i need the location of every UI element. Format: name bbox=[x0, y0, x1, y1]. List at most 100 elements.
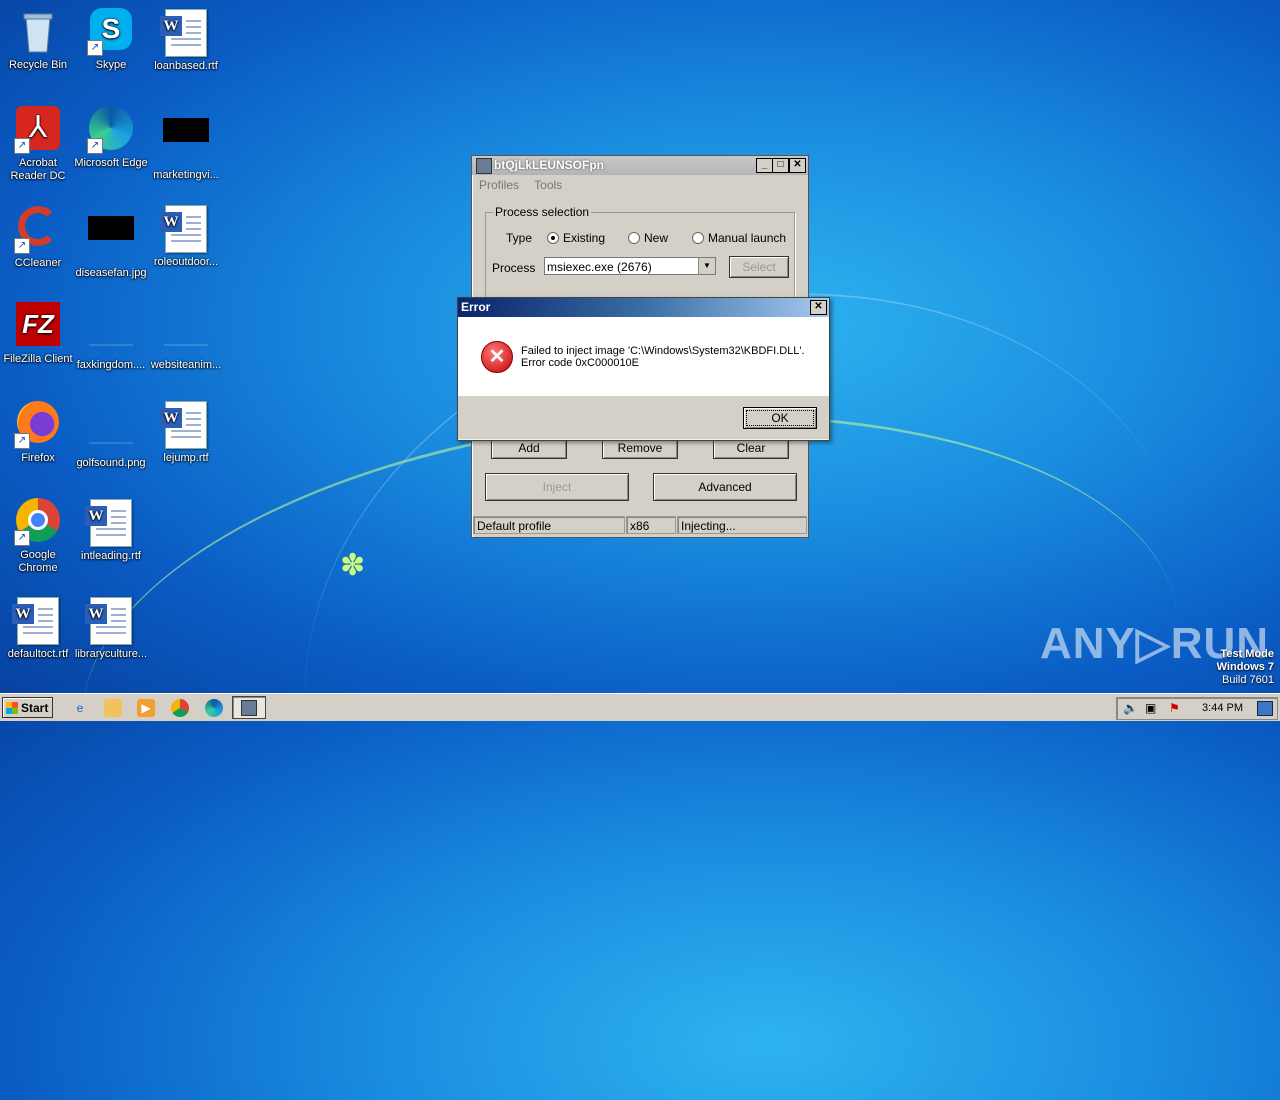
radio-label: Existing bbox=[563, 231, 606, 245]
chrome-icon[interactable] bbox=[171, 699, 189, 717]
process-label: Process bbox=[492, 261, 536, 275]
shortcut-arrow-icon: ↗ bbox=[87, 138, 103, 154]
filezilla-icon: FZ bbox=[14, 302, 62, 350]
media-player-icon[interactable]: ▶ bbox=[137, 699, 155, 717]
file-icon bbox=[87, 308, 135, 356]
video-thumbnail-icon bbox=[162, 118, 210, 166]
os-label: Windows 7 bbox=[1216, 661, 1274, 673]
ok-button[interactable]: OK bbox=[743, 407, 817, 429]
desktop-icon-label: websiteanim... bbox=[150, 359, 222, 371]
build-label: Build 7601 bbox=[1222, 674, 1274, 686]
skype-icon: S ↗ bbox=[87, 8, 135, 56]
app-icon bbox=[476, 158, 492, 174]
windows-logo-icon bbox=[6, 702, 18, 714]
status-state: Injecting... bbox=[677, 516, 807, 534]
firefox-icon: ↗ bbox=[14, 401, 62, 449]
desktop-icon-label: faxkingdom.... bbox=[76, 359, 146, 371]
image-icon bbox=[87, 406, 135, 454]
desktop-icon-label: Google Chrome bbox=[18, 549, 58, 574]
desktop-icon-websiteanim[interactable]: websiteanim... bbox=[148, 302, 224, 372]
desktop-icon-golfsound[interactable]: golfsound.png bbox=[73, 400, 149, 470]
radio-new[interactable]: New bbox=[628, 231, 668, 245]
desktop-icon-label: libraryculture... bbox=[74, 648, 148, 660]
window-title: btQjLkLEUNSOFpn bbox=[494, 158, 604, 172]
shortcut-arrow-icon: ↗ bbox=[14, 433, 30, 449]
menu-bar: Profiles Tools bbox=[472, 175, 808, 195]
desktop-icon-loanbased[interactable]: W loanbased.rtf bbox=[148, 8, 224, 73]
start-label: Start bbox=[21, 701, 49, 715]
menu-profiles[interactable]: Profiles bbox=[479, 178, 519, 192]
desktop-icon-skype[interactable]: S ↗ Skype bbox=[73, 8, 149, 72]
ie-icon[interactable]: e bbox=[71, 699, 89, 717]
advanced-button[interactable]: Advanced bbox=[653, 473, 797, 501]
status-arch: x86 bbox=[626, 516, 676, 534]
desktop-icon-label: marketingvi... bbox=[153, 169, 219, 181]
desktop-icon-roleoutdoor[interactable]: W roleoutdoor... bbox=[148, 204, 224, 269]
desktop-icon-diseasefan[interactable]: diseasefan.jpg bbox=[73, 204, 149, 280]
desktop-icon-defaultoct[interactable]: W defaultoct.rtf bbox=[0, 596, 76, 661]
select-button[interactable]: Select bbox=[729, 256, 789, 278]
error-message-line: Failed to inject image 'C:\Windows\Syste… bbox=[521, 345, 805, 357]
error-dialog: Error ✕ ✕ Failed to inject image 'C:\Win… bbox=[457, 297, 830, 441]
start-button[interactable]: Start bbox=[2, 697, 53, 718]
dialog-body: ✕ Failed to inject image 'C:\Windows\Sys… bbox=[458, 317, 829, 396]
desktop-icon-label: diseasefan.jpg bbox=[75, 267, 147, 279]
edge-icon[interactable] bbox=[205, 699, 223, 717]
volume-icon[interactable]: 🔈 bbox=[1123, 701, 1138, 715]
show-desktop-icon[interactable] bbox=[1257, 701, 1273, 716]
desktop-icon-recycle-bin[interactable]: Recycle Bin bbox=[0, 8, 76, 72]
status-bar: Default profile x86 Injecting... bbox=[473, 516, 807, 535]
desktop-icon-label: lejump.rtf bbox=[163, 452, 209, 464]
window-titlebar[interactable]: btQjLkLEUNSOFpn _ □ ✕ bbox=[472, 156, 808, 175]
minimize-icon[interactable]: _ bbox=[756, 158, 773, 173]
desktop-icon-faxkingdom[interactable]: faxkingdom.... bbox=[73, 302, 149, 372]
recycle-bin-icon bbox=[14, 8, 62, 56]
process-value: msiexec.exe (2676) bbox=[547, 260, 652, 274]
desktop-icon-label: Firefox bbox=[21, 452, 55, 464]
network-icon[interactable]: ▣ bbox=[1145, 701, 1156, 715]
desktop-icon-label: CCleaner bbox=[14, 257, 62, 269]
desktop-icon-label: golfsound.png bbox=[76, 457, 146, 469]
error-code-line: Error code 0xC000010E bbox=[521, 357, 640, 369]
desktop-icon-marketingvi[interactable]: marketingvi... bbox=[148, 106, 224, 182]
radio-checked-icon bbox=[547, 232, 559, 244]
desktop-icon-intleading[interactable]: W intleading.rtf bbox=[73, 498, 149, 563]
clock[interactable]: 3:44 PM bbox=[1202, 700, 1243, 717]
desktop-icon-libraryculture[interactable]: W libraryculture... bbox=[73, 596, 149, 661]
folder-icon[interactable] bbox=[104, 699, 122, 717]
chrome-icon: ↗ bbox=[14, 498, 62, 546]
dialog-footer: OK bbox=[458, 396, 829, 439]
radio-unchecked-icon bbox=[692, 232, 704, 244]
action-center-icon[interactable]: ⚑ bbox=[1169, 701, 1180, 715]
desktop-icon-label: FileZilla Client bbox=[3, 353, 73, 365]
taskbar-injector-button[interactable] bbox=[232, 696, 266, 719]
ccleaner-icon: ↗ bbox=[14, 206, 62, 254]
inject-button[interactable]: Inject bbox=[485, 473, 629, 501]
desktop-icon-edge[interactable]: ↗ Microsoft Edge bbox=[73, 106, 149, 170]
shortcut-arrow-icon: ↗ bbox=[14, 238, 30, 254]
desktop-icon-label: roleoutdoor... bbox=[153, 256, 219, 268]
close-icon[interactable]: ✕ bbox=[789, 158, 806, 173]
desktop-icon-firefox[interactable]: ↗ Firefox bbox=[0, 400, 76, 465]
word-document-icon: W bbox=[85, 499, 135, 547]
desktop-icon-label: intleading.rtf bbox=[81, 550, 141, 562]
desktop-icon-ccleaner[interactable]: ↗ CCleaner bbox=[0, 204, 76, 270]
desktop-icon-chrome[interactable]: ↗ Google Chrome bbox=[0, 498, 76, 575]
process-dropdown[interactable]: msiexec.exe (2676) ▼ bbox=[544, 257, 716, 275]
chevron-down-icon[interactable]: ▼ bbox=[698, 258, 715, 274]
maximize-icon[interactable]: □ bbox=[772, 158, 789, 173]
app-icon bbox=[241, 700, 257, 716]
radio-existing[interactable]: Existing bbox=[547, 231, 605, 245]
word-document-icon: W bbox=[160, 205, 210, 253]
dialog-titlebar[interactable]: Error ✕ bbox=[458, 298, 829, 317]
desktop-icon-acrobat[interactable]: ⅄ ↗ Acrobat Reader DC bbox=[0, 106, 76, 183]
menu-tools[interactable]: Tools bbox=[534, 178, 562, 192]
desktop-icon-filezilla[interactable]: FZ FileZilla Client bbox=[0, 302, 76, 366]
test-mode-notice: Test Mode Windows 7 Build 7601 bbox=[1217, 648, 1274, 687]
radio-unchecked-icon bbox=[628, 232, 640, 244]
close-icon[interactable]: ✕ bbox=[810, 300, 827, 315]
dialog-title: Error bbox=[461, 300, 491, 314]
system-tray: 🔈 ▣ ⚑ 3:44 PM bbox=[1116, 697, 1278, 720]
radio-manual-launch[interactable]: Manual launch bbox=[692, 231, 786, 245]
desktop-icon-lejump[interactable]: W lejump.rtf bbox=[148, 400, 224, 465]
